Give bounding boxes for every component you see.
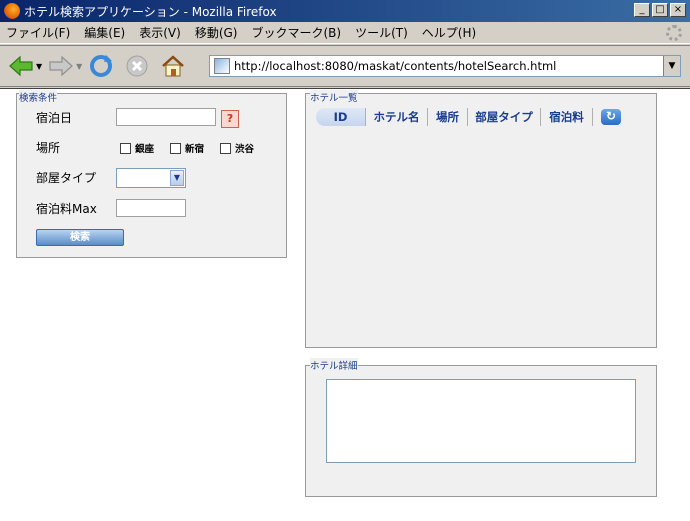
search-panel: 検索条件 宿泊日 ? 場所 銀座 新宿 渋谷 部屋タイプ ▼ 宿泊料Max 検索 (16, 90, 287, 258)
menu-go[interactable]: 移動(G) (195, 24, 238, 41)
hotel-list-header: ID ホテル名 場所 部屋タイプ 宿泊料 ↻ (316, 107, 621, 127)
checkbox-label: 銀座 (135, 144, 155, 155)
room-type-label: 部屋タイプ (36, 171, 97, 185)
checkbox-box[interactable] (170, 142, 181, 154)
checkbox-label: 新宿 (185, 144, 205, 155)
date-label: 宿泊日 (36, 111, 73, 125)
hotel-list-panel: ホテル一覧 ID ホテル名 場所 部屋タイプ 宿泊料 ↻ (305, 90, 657, 348)
date-input[interactable] (116, 108, 216, 126)
chevron-down-icon[interactable]: ▼ (170, 170, 184, 186)
hotel-detail-title: ホテル詳細 (310, 358, 358, 372)
page-favicon-icon (214, 58, 230, 74)
price-max-input[interactable] (116, 199, 186, 217)
column-header-hotel-name[interactable]: ホテル名 (366, 108, 428, 126)
close-button[interactable]: × (670, 3, 686, 17)
hotel-detail-box (326, 379, 636, 463)
menu-help[interactable]: ヘルプ(H) (422, 24, 476, 41)
column-header-room-type[interactable]: 部屋タイプ (468, 108, 541, 126)
search-button[interactable]: 検索 (36, 229, 124, 246)
refresh-icon[interactable]: ↻ (601, 109, 621, 125)
hotel-list-title: ホテル一覧 (310, 90, 358, 104)
location-checkbox-ginza[interactable]: 銀座 (120, 141, 154, 155)
price-max-label: 宿泊料Max (36, 202, 97, 216)
location-checkbox-shibuya[interactable]: 渋谷 (220, 141, 254, 155)
location-checkbox-shinjuku[interactable]: 新宿 (170, 141, 204, 155)
address-bar[interactable]: http://localhost:8080/maskat/contents/ho… (209, 55, 681, 77)
checkbox-label: 渋谷 (235, 144, 255, 155)
hotel-detail-panel: ホテル詳細 (305, 358, 657, 497)
column-header-price[interactable]: 宿泊料 (541, 108, 593, 126)
menu-file[interactable]: ファイル(F) (6, 24, 70, 41)
firefox-logo-icon (4, 3, 20, 19)
url-dropdown-icon[interactable]: ▼ (663, 56, 680, 76)
window-title: ホテル検索アプリケーション - Mozilla Firefox (24, 4, 277, 19)
throbber-icon (666, 25, 682, 41)
help-button[interactable]: ? (221, 110, 239, 128)
minimize-button[interactable]: _ (634, 3, 650, 17)
menu-bookmarks[interactable]: ブックマーク(B) (251, 24, 341, 41)
navigation-toolbar: ▼ ▼ http://localhost:8080/maskat/content… (0, 45, 690, 87)
url-text[interactable]: http://localhost:8080/maskat/contents/ho… (234, 59, 556, 73)
back-icon[interactable] (8, 53, 34, 79)
column-header-location[interactable]: 場所 (428, 108, 468, 126)
menu-view[interactable]: 表示(V) (139, 24, 181, 41)
forward-icon[interactable] (48, 53, 74, 79)
forward-dropdown-icon[interactable]: ▼ (76, 62, 82, 71)
menu-tools[interactable]: ツール(T) (355, 24, 408, 41)
page-content: 検索条件 宿泊日 ? 場所 銀座 新宿 渋谷 部屋タイプ ▼ 宿泊料Max 検索… (0, 88, 690, 521)
reload-icon[interactable] (88, 53, 114, 79)
back-dropdown-icon[interactable]: ▼ (36, 62, 42, 71)
menu-bar: ファイル(F) 編集(E) 表示(V) 移動(G) ブックマーク(B) ツール(… (0, 22, 690, 44)
column-header-id[interactable]: ID (316, 108, 366, 126)
room-type-select[interactable]: ▼ (116, 168, 186, 188)
stop-icon[interactable] (124, 53, 150, 79)
window-titlebar: ホテル検索アプリケーション - Mozilla Firefox _ □ × (0, 0, 690, 22)
checkbox-box[interactable] (220, 142, 231, 154)
checkbox-box[interactable] (120, 142, 131, 154)
maximize-button[interactable]: □ (652, 3, 668, 17)
home-icon[interactable] (160, 53, 186, 79)
location-label: 場所 (36, 141, 61, 155)
window-controls: _ □ × (634, 3, 686, 17)
search-panel-title: 検索条件 (19, 90, 58, 104)
menu-edit[interactable]: 編集(E) (84, 24, 125, 41)
